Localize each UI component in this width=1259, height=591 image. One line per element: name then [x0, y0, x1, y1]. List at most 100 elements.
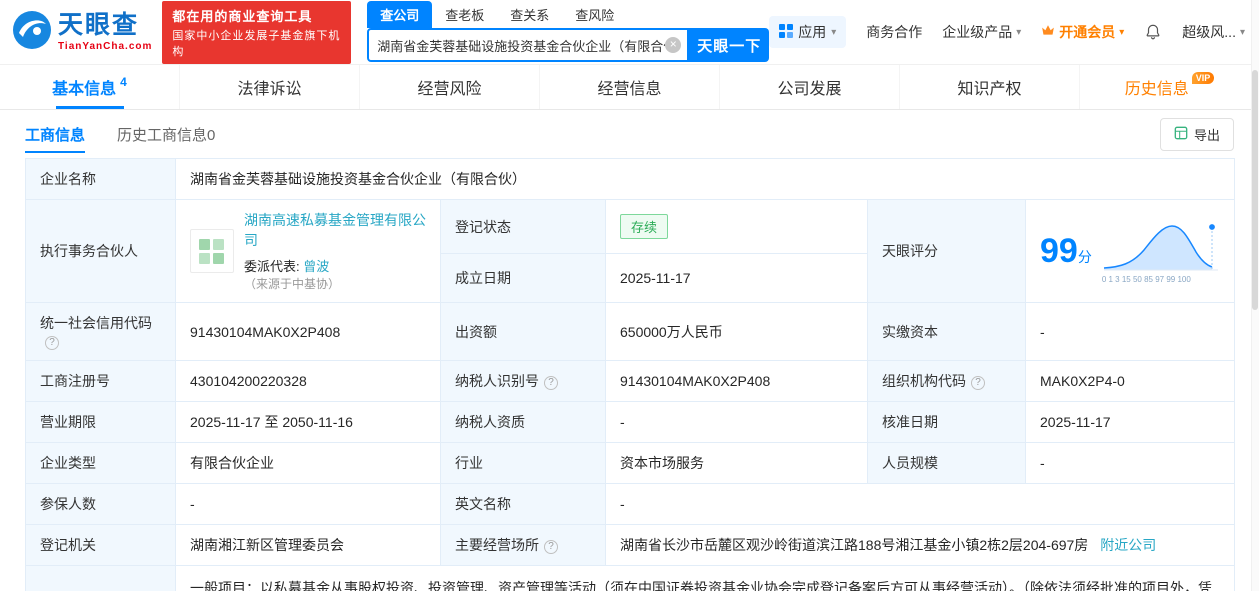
search-button[interactable]: 天眼一下 [689, 28, 770, 62]
sub-tab-bar: 工商信息 历史工商信息0 导出 [0, 110, 1259, 158]
field-label: 企业类型 [25, 442, 176, 484]
tab-label: 知识产权 [957, 81, 1022, 98]
field-label: 企业名称 [25, 158, 176, 200]
tab-operating-info[interactable]: 经营信息 [539, 65, 719, 109]
establish-date-value: 2025-11-17 [605, 253, 868, 303]
score-axis-labels: 0 1 3 15 50 85 97 99 100 [1101, 275, 1191, 284]
partner-company-link[interactable]: 湖南高速私募基金管理有限公司 [244, 212, 426, 248]
table-row: 营业期限 2025-11-17 至 2050-11-16 纳税人资质 - 核准日… [25, 401, 1235, 443]
industry-value: 资本市场服务 [605, 442, 868, 484]
nav-biz-label: 商务合作 [866, 24, 923, 40]
tab-label: 历史信息 [1124, 81, 1189, 98]
slogan-badge: 都在用的商业查询工具 国家中小企业发展子基金旗下机构 [162, 0, 352, 64]
field-label: 天眼评分 [867, 199, 1026, 303]
logo-domain: TianYanCha.com [58, 40, 153, 52]
score-chart: 0 1 3 15 50 85 97 99 100 [1102, 218, 1220, 284]
notification-bell-icon[interactable] [1144, 23, 1162, 41]
nav-apps[interactable]: 应用 ▾ [769, 16, 847, 48]
tab-company-development[interactable]: 公司发展 [719, 65, 899, 109]
nav-super-risk-label: 超级风... [1182, 24, 1236, 40]
page: 天眼查 TianYanCha.com 都在用的商业查询工具 国家中小企业发展子基… [0, 0, 1259, 591]
authority-value: 湖南湘江新区管理委员会 [175, 524, 441, 566]
slogan-line2: 国家中小企业发展子基金旗下机构 [172, 29, 341, 58]
nav-super-risk[interactable]: 超级风... ▾ [1182, 22, 1245, 42]
field-label: 统一社会信用代码? [25, 302, 176, 361]
help-icon[interactable]: ? [544, 540, 558, 554]
search-tab-relation[interactable]: 查关系 [497, 1, 562, 28]
business-scope-value: 一般项目：以私募基金从事股权投资、投资管理、资产管理等活动（须在中国证券投资基金… [175, 564, 1235, 591]
field-label: 经营范围? [25, 564, 176, 591]
scrollbar-thumb[interactable] [1252, 70, 1258, 310]
term-value: 2025-11-17 至 2050-11-16 [175, 401, 441, 443]
nearby-companies-link[interactable]: 附近公司 [1100, 537, 1156, 553]
table-row: 执行事务合伙人 湖南高速私募基金管理有限公司 委派代表: 曾波 （来源于中基协）… [25, 198, 1235, 303]
score-curve-chart [1103, 222, 1218, 271]
staff-size-value: - [1025, 442, 1235, 484]
field-label: 实缴资本 [867, 302, 1026, 361]
score-value[interactable]: 99分 [1040, 234, 1092, 268]
tax-quality-value: - [605, 401, 868, 443]
status-badge: 存续 [620, 214, 669, 240]
crown-icon [1041, 24, 1055, 40]
help-icon[interactable]: ? [45, 336, 59, 350]
tab-legal-litigation[interactable]: 法律诉讼 [179, 65, 359, 109]
reg-no-value: 430104200220328 [175, 360, 441, 402]
subtab-history-business-info[interactable]: 历史工商信息0 [117, 112, 215, 157]
clear-search-icon[interactable]: × [665, 37, 682, 53]
search-tab-risk[interactable]: 查风险 [562, 1, 627, 28]
field-label: 执行事务合伙人 [25, 199, 176, 303]
table-row: 登记机关 湖南湘江新区管理委员会 主要经营场所? 湖南省长沙市岳麓区观沙岭街道滨… [25, 524, 1235, 566]
field-label: 核准日期 [867, 401, 1026, 443]
insured-count-value: - [175, 483, 441, 525]
field-label: 营业期限 [25, 401, 176, 443]
nav-enterprise-products[interactable]: 企业级产品 ▾ [942, 22, 1021, 42]
search-area: 查公司 查老板 查关系 查风险 × 天眼一下 [367, 1, 770, 62]
tab-label: 公司发展 [777, 81, 842, 98]
nav-vip-label: 开通会员 [1059, 24, 1116, 40]
approve-date-value: 2025-11-17 [1025, 401, 1235, 443]
org-code-value: MAK0X2P4-0 [1025, 360, 1235, 402]
nav-business-cooperation[interactable]: 商务合作 [866, 22, 922, 42]
search-tabs: 查公司 查老板 查关系 查风险 [367, 1, 769, 28]
tab-operating-risk[interactable]: 经营风险 [359, 65, 539, 109]
tab-intellectual-property[interactable]: 知识产权 [899, 65, 1079, 109]
help-icon[interactable]: ? [971, 376, 985, 390]
partner-company-logo[interactable] [190, 229, 234, 273]
premises-cell: 湖南省长沙市岳麓区观沙岭街道滨江路188号湘江基金小镇2栋2层204-697房 … [605, 524, 1235, 566]
subtab-business-info[interactable]: 工商信息 [25, 112, 86, 157]
vip-badge: VIP [1191, 72, 1215, 84]
nav-enterprise-label: 企业级产品 [942, 24, 1013, 40]
help-icon[interactable]: ? [544, 376, 558, 390]
field-label: 成立日期 [440, 253, 606, 303]
apps-grid-icon [779, 23, 794, 41]
tab-history-info[interactable]: 历史信息 VIP [1079, 65, 1259, 109]
chevron-down-icon: ▾ [1119, 26, 1125, 38]
rep-source: （来源于中基协） [244, 277, 341, 291]
field-label: 纳税人资质 [440, 401, 606, 443]
logo-title: 天眼查 [58, 10, 140, 39]
tab-basic-info[interactable]: 基本信息 4 [0, 65, 179, 109]
vertical-scrollbar [1251, 0, 1259, 591]
tab-label: 经营风险 [417, 81, 482, 98]
english-name-value: - [605, 483, 1235, 525]
table-row: 统一社会信用代码? 91430104MAK0X2P408 出资额 650000万… [25, 302, 1235, 361]
premises-value: 湖南省长沙市岳麓区观沙岭街道滨江路188号湘江基金小镇2栋2层204-697房 [620, 537, 1089, 553]
field-label: 登记状态 [440, 198, 606, 255]
search-tab-boss[interactable]: 查老板 [432, 1, 497, 28]
export-spreadsheet-icon [1174, 126, 1188, 143]
export-button[interactable]: 导出 [1159, 117, 1234, 151]
export-label: 导出 [1193, 127, 1220, 143]
field-label: 出资额 [440, 302, 606, 361]
field-label: 行业 [440, 442, 606, 484]
top-nav: 应用 ▾ 商务合作 企业级产品 ▾ 开通会员 ▾ 超级风... ▾ [769, 16, 1245, 48]
rep-label: 委派代表: [244, 259, 300, 274]
tianyancha-eye-icon [12, 10, 52, 55]
search-tab-company[interactable]: 查公司 [367, 1, 433, 28]
top-header: 天眼查 TianYanCha.com 都在用的商业查询工具 国家中小企业发展子基… [0, 0, 1259, 64]
logo[interactable]: 天眼查 TianYanCha.com [12, 10, 152, 55]
business-info-table: 企业名称 湖南省金芙蓉基础设施投资基金合伙企业（有限合伙） 执行事务合伙人 湖南… [25, 158, 1235, 591]
capital-value: 650000万人民币 [605, 302, 868, 361]
nav-open-vip[interactable]: 开通会员 ▾ [1041, 22, 1124, 42]
rep-name-link[interactable]: 曾波 [303, 259, 329, 274]
search-input[interactable] [377, 37, 666, 53]
